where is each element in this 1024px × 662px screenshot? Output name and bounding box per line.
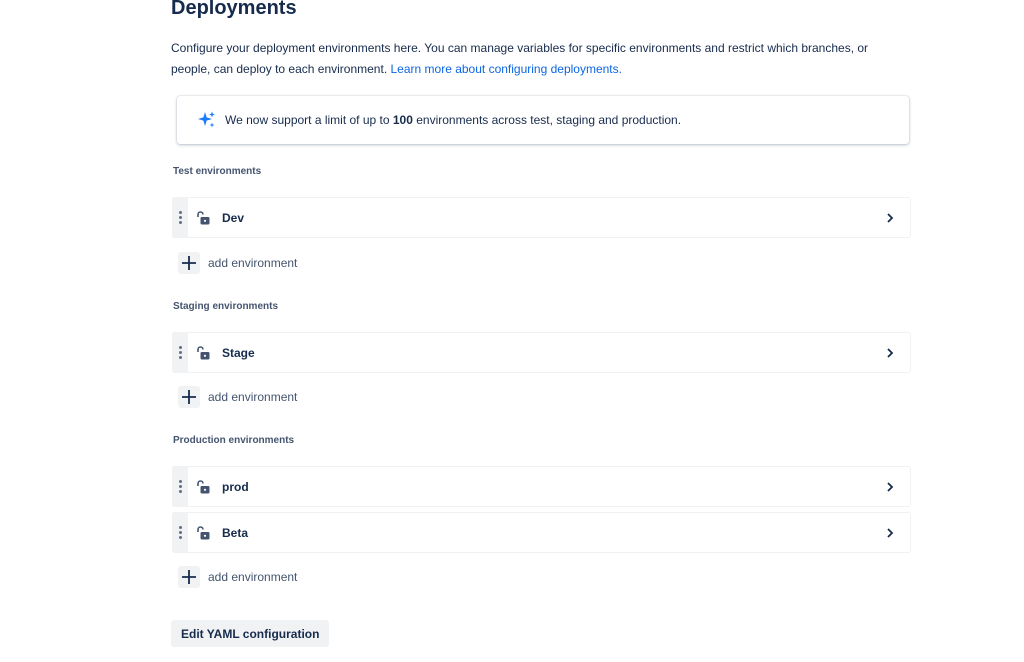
info-banner: We now support a limit of up to 100 envi… (177, 96, 909, 144)
add-environment-label: add environment (208, 390, 298, 404)
banner-text: We now support a limit of up to 100 envi… (225, 113, 681, 127)
add-environment-button-test[interactable]: add environment (178, 252, 297, 274)
environment-name: Beta (222, 525, 249, 540)
chevron-right-icon[interactable] (884, 527, 896, 539)
drag-handle-icon[interactable] (173, 332, 188, 373)
plus-icon (178, 252, 200, 274)
banner-text-before: We now support a limit of up to (225, 113, 390, 127)
unlocked-icon (197, 210, 210, 224)
banner-highlight: 100 (392, 113, 413, 127)
plus-icon (178, 386, 200, 408)
add-environment-button-staging[interactable]: add environment (178, 386, 297, 408)
add-environment-button-production[interactable]: add environment (178, 566, 297, 588)
banner-text-after: environments across test, staging and pr… (416, 113, 682, 127)
unlocked-icon (197, 479, 210, 493)
edit-yaml-configuration-button[interactable]: Edit YAML configuration (171, 620, 330, 647)
section-label-production: Production environments (173, 435, 295, 446)
unlocked-icon (197, 345, 210, 359)
environment-name: Dev (222, 210, 245, 225)
environment-row-dev[interactable]: Dev (172, 197, 911, 238)
environment-row-stage[interactable]: Stage (172, 332, 911, 373)
drag-handle-icon[interactable] (173, 197, 188, 238)
plus-icon (178, 566, 200, 588)
chevron-right-icon[interactable] (884, 347, 896, 359)
learn-more-link[interactable]: Learn more about configuring deployments… (391, 62, 622, 76)
drag-handle-icon[interactable] (173, 512, 188, 553)
page-title: Deployments (171, 0, 297, 19)
section-label-staging: Staging environments (173, 301, 279, 312)
environment-row-prod[interactable]: prod (172, 466, 911, 507)
add-environment-label: add environment (208, 256, 298, 270)
sparkle-icon (198, 111, 215, 128)
page-description: Configure your deployment environments h… (171, 38, 901, 80)
unlocked-icon (197, 525, 210, 539)
environment-name: Stage (222, 345, 255, 360)
chevron-right-icon[interactable] (884, 481, 896, 493)
chevron-right-icon[interactable] (884, 212, 896, 224)
section-label-test: Test environments (173, 166, 262, 177)
add-environment-label: add environment (208, 570, 298, 584)
environment-name: prod (222, 479, 249, 494)
drag-handle-icon[interactable] (173, 466, 188, 507)
environment-row-beta[interactable]: Beta (172, 512, 911, 553)
